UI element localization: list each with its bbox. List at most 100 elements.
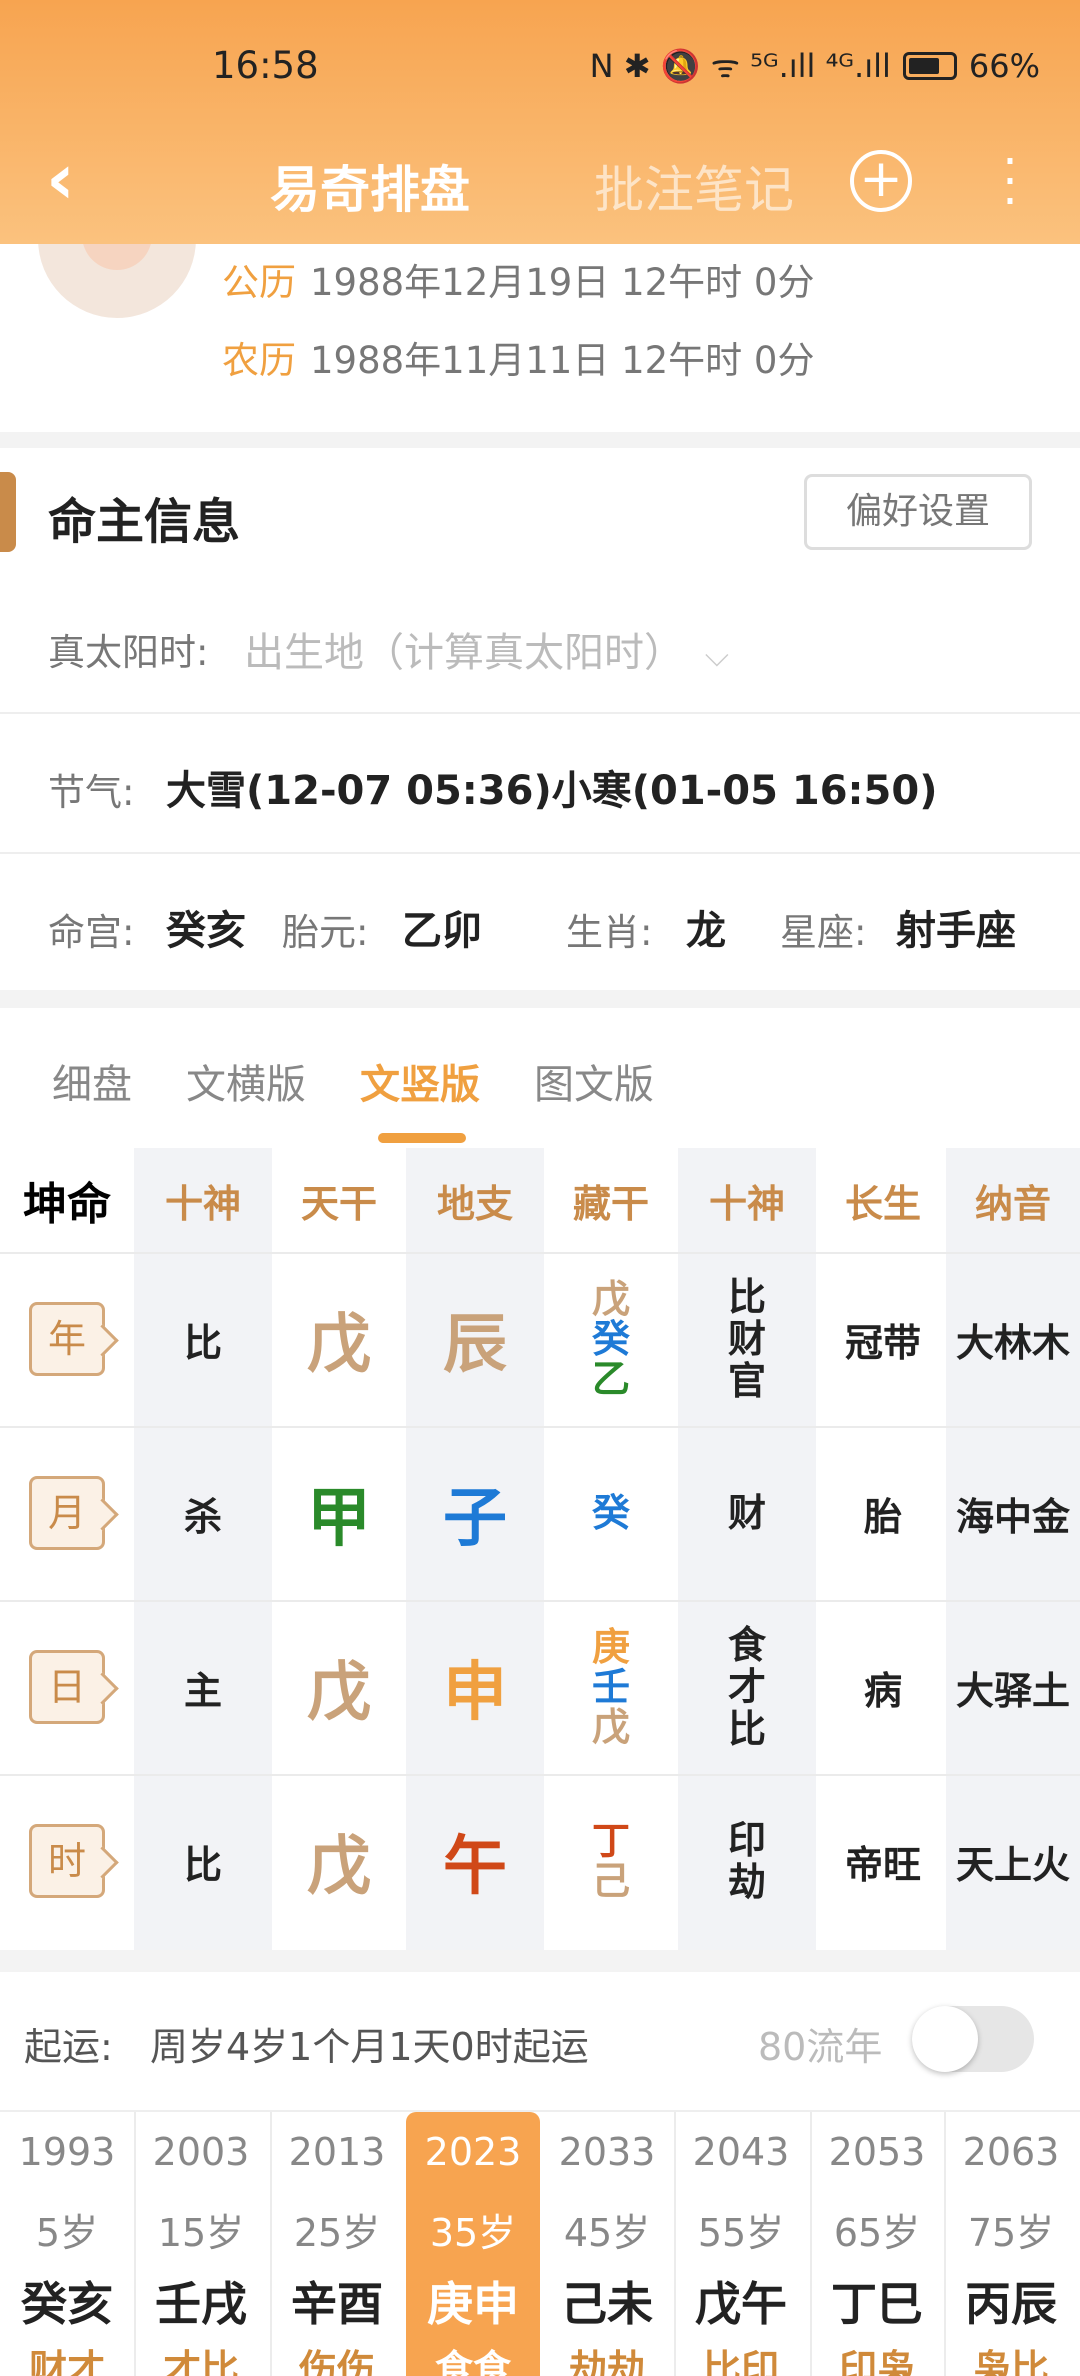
header-shishen2: 十神	[708, 1181, 785, 1226]
pillar-month-tag[interactable]: 月	[29, 1476, 105, 1550]
tiangan-cell[interactable]: 戊	[272, 1600, 406, 1774]
dayun-divider	[270, 2112, 272, 2376]
shishen2-cell: 财	[727, 1491, 766, 1535]
nongli-label: 农历	[222, 339, 296, 382]
section-title: 命主信息	[48, 494, 241, 550]
canggan-char: 戊	[591, 1277, 630, 1321]
tiangan-cell[interactable]: 甲	[272, 1426, 406, 1600]
canggan-column: 藏干 戊 癸 乙 癸 庚 壬 戊 丁 己	[544, 1148, 678, 1950]
canggan-char: 丁	[591, 1819, 630, 1863]
pillar-year-tag[interactable]: 年	[29, 1302, 105, 1376]
nayin-cell: 天上火	[955, 1842, 1070, 1887]
add-icon[interactable]: +	[850, 150, 912, 212]
bazi-grid: 坤命 年 月 日 时 十神 比 杀 主 比 天干 戊 甲 戊 戊 地支 辰 子 …	[0, 1148, 1080, 1950]
nayin-column: 纳音 大林木 海中金 大驿土 天上火	[946, 1148, 1080, 1950]
back-icon[interactable]: ‹	[46, 144, 75, 214]
dayun-cell[interactable]: 1993 5岁 癸亥 财才	[0, 2112, 134, 2376]
nayin-cell: 海中金	[955, 1494, 1070, 1539]
dayun-cell[interactable]: 2013 25岁 辛酉 伤伤	[270, 2112, 404, 2376]
grid-line	[0, 1774, 1080, 1776]
dayun-cell[interactable]: 2003 15岁 壬戌 才比	[134, 2112, 268, 2376]
nayin-cell: 大林木	[955, 1320, 1070, 1365]
header-changsheng: 长生	[844, 1181, 921, 1226]
dizhi-cell[interactable]: 辰	[408, 1252, 542, 1426]
dayun-shishen: 财才	[28, 2347, 105, 2376]
xingzuo-value: 射手座	[896, 908, 1016, 954]
nayin-cell: 大驿土	[955, 1668, 1070, 1713]
dayun-year: 2033	[558, 2130, 656, 2174]
battery-level: 66%	[968, 46, 1040, 85]
dayun-year: 2003	[152, 2130, 250, 2174]
dayun-age: 15岁	[157, 2211, 245, 2255]
battery-icon	[902, 51, 957, 80]
pillar-hour-tag[interactable]: 时	[29, 1824, 105, 1898]
dizhi-cell[interactable]: 子	[408, 1426, 542, 1600]
minggong-label: 命宫:	[48, 911, 135, 954]
pillar-day-tag[interactable]: 日	[29, 1650, 105, 1724]
shishen-column: 十神 比 杀 主 比	[136, 1148, 270, 1950]
dayun-shishen: 印枭	[838, 2347, 915, 2376]
dayun-age: 65岁	[833, 2211, 921, 2255]
dayun-cell[interactable]: 2033 45岁 己未 劫劫	[540, 2112, 674, 2376]
shishen2-cell: 印劫	[727, 1818, 766, 1904]
liunian-label: 80流年	[758, 2025, 883, 2069]
dayun-ganzhi: 庚申	[427, 2277, 519, 2331]
changsheng-cell: 病	[863, 1668, 902, 1713]
dayun-ganzhi: 丁巳	[831, 2277, 923, 2331]
shengxiao-label: 生肖:	[566, 911, 653, 954]
pillar-column: 坤命 年 月 日 时	[0, 1148, 134, 1950]
dayun-cell-active[interactable]: 2023 35岁 庚申 食食	[406, 2112, 540, 2376]
birthplace-placeholder: 出生地（计算真太阳时）	[244, 630, 684, 676]
preference-button[interactable]: 偏好设置	[804, 474, 1032, 550]
tab-notes[interactable]: 批注笔记	[594, 150, 794, 222]
row-divider	[0, 852, 1080, 854]
dayun-ganzhi: 辛酉	[291, 2277, 383, 2331]
dayun-age: 45岁	[563, 2211, 651, 2255]
shishen-cell: 比	[183, 1842, 222, 1887]
tiangan-cell[interactable]: 戊	[272, 1252, 406, 1426]
dayun-cell[interactable]: 2043 55岁 戊午 比印	[674, 2112, 808, 2376]
dayun-year: 1993	[18, 2130, 116, 2174]
dayun-cell[interactable]: 2063 75岁 丙辰 枭比	[944, 2112, 1078, 2376]
tab-tuwen[interactable]: 图文版	[534, 1052, 654, 1110]
tab-wenshu[interactable]: 文竖版	[360, 1052, 480, 1110]
canggan-char: 己	[591, 1859, 630, 1903]
dizhi-cell[interactable]: 申	[408, 1600, 542, 1774]
tab-yiqi-paipan[interactable]: 易奇排盘	[270, 150, 470, 222]
minggong-value: 癸亥	[166, 908, 246, 954]
row-divider	[0, 712, 1080, 714]
qiyun-text: 周岁4岁1个月1天0时起运	[150, 2025, 589, 2069]
changsheng-cell: 帝旺	[844, 1842, 921, 1887]
dizhi-cell[interactable]: 午	[408, 1774, 542, 1948]
canggan-stack: 丁 己	[591, 1821, 631, 1901]
shishen-cell: 主	[183, 1668, 222, 1713]
liunian-toggle[interactable]	[912, 2006, 1034, 2072]
nongli-row: 农历 1988年11月11日 12午时 0分	[222, 330, 814, 384]
tab-xipan[interactable]: 细盘	[52, 1052, 132, 1110]
dayun-year: 2023	[424, 2130, 522, 2174]
tiangan-cell[interactable]: 戊	[272, 1774, 406, 1948]
dayun-cell[interactable]: 2053 65岁 丁巳 印枭	[810, 2112, 944, 2376]
grid-line	[0, 1600, 1080, 1602]
grid-line	[0, 1252, 1080, 1254]
gongli-label: 公历	[222, 261, 296, 304]
chevron-down-icon: ⌵	[704, 636, 729, 674]
birthplace-select[interactable]: 出生地（计算真太阳时） ⌵	[244, 620, 729, 678]
status-bar: 16:58 N ✱ 🔕 ᯤ ⁵ᴳ.ıll ⁴ᴳ.ıll 66%	[0, 0, 1080, 140]
dayun-ganzhi: 戊午	[695, 2277, 787, 2331]
dizhi-column: 地支 辰 子 申 午	[408, 1148, 542, 1950]
dayun-ganzhi: 癸亥	[21, 2277, 113, 2331]
header-tiangan: 天干	[300, 1181, 377, 1226]
dayun-ganzhi: 壬戌	[155, 2277, 247, 2331]
gongli-value: 1988年12月19日 12午时 0分	[310, 261, 815, 304]
tab-wenheng[interactable]: 文横版	[186, 1052, 306, 1110]
canggan-char: 乙	[591, 1357, 630, 1401]
more-icon[interactable]: · · ·	[1000, 138, 1020, 226]
dayun-shishen: 伤伤	[298, 2347, 375, 2376]
divider	[0, 990, 1080, 1008]
header-shishen: 十神	[164, 1181, 241, 1226]
canggan-char: 庚	[591, 1625, 630, 1669]
dayun-age: 35岁	[429, 2211, 517, 2255]
header-dizhi: 地支	[436, 1181, 513, 1226]
dayun-shishen: 食食	[434, 2347, 511, 2376]
